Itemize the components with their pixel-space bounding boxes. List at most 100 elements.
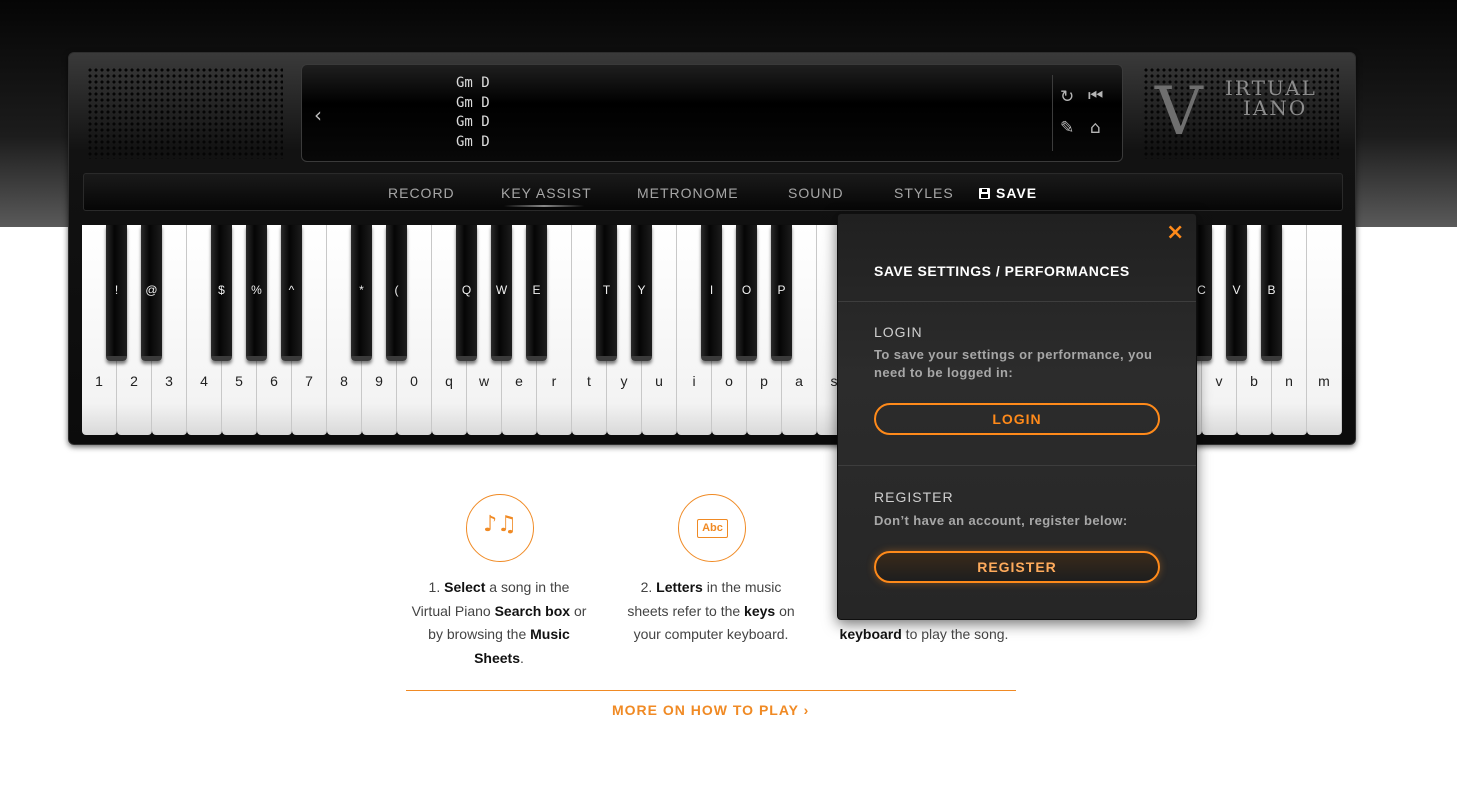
replay-icon[interactable]: ↻: [1060, 87, 1074, 107]
white-key-label: i: [692, 373, 696, 389]
tab-save-label: SAVE: [996, 185, 1038, 201]
white-key-label: v: [1215, 373, 1223, 389]
sheet-line: Gm D: [456, 133, 490, 150]
piano-toolbar: RECORD KEY ASSIST METRONOME SOUND STYLES…: [83, 173, 1343, 211]
black-key-label: (: [394, 283, 399, 297]
black-key-label: O: [741, 283, 752, 297]
step-text-part: 2.: [640, 579, 657, 595]
login-button[interactable]: LOGIN: [874, 403, 1160, 435]
black-key[interactable]: E: [526, 225, 547, 361]
display-divider: [1052, 75, 1053, 151]
login-description: To save your settings or performance, yo…: [874, 347, 1153, 380]
popup-title: SAVE SETTINGS / PERFORMANCES: [874, 263, 1130, 279]
abc-icon: Abc: [697, 519, 728, 538]
black-key[interactable]: Q: [456, 225, 477, 361]
section-divider: [406, 690, 1016, 691]
white-key-label: b: [1250, 373, 1258, 389]
white-key-label: 4: [200, 373, 208, 389]
black-key-label: I: [709, 283, 714, 297]
white-key-label: 7: [305, 373, 313, 389]
tab-save[interactable]: SAVE: [979, 185, 1037, 201]
step-emphasis: Search box: [494, 602, 571, 619]
logo-line-2: IANO: [1243, 96, 1308, 120]
black-key-label: T: [602, 283, 611, 297]
white-key-label: m: [1318, 373, 1330, 389]
black-key[interactable]: P: [771, 225, 792, 361]
tab-key-assist[interactable]: KEY ASSIST: [501, 185, 592, 201]
tab-metronome[interactable]: METRONOME: [637, 185, 739, 201]
white-key-label: w: [478, 373, 490, 389]
step-1-circle: ♪♫: [466, 494, 534, 562]
black-key-label: ^: [288, 283, 295, 297]
close-icon[interactable]: ×: [1166, 220, 1184, 245]
black-key[interactable]: W: [491, 225, 512, 361]
white-key-label: 6: [270, 373, 278, 389]
step-text-part: to play the song.: [901, 626, 1009, 642]
black-key-label: P: [777, 283, 786, 297]
white-key-label: a: [795, 373, 803, 389]
step-2-text: 2. Letters in the music sheets refer to …: [621, 576, 801, 647]
black-key-label: %: [251, 283, 262, 297]
black-key[interactable]: O: [736, 225, 757, 361]
black-key-label: $: [218, 283, 225, 297]
white-key-label: 2: [130, 373, 138, 389]
white-key-label: e: [515, 373, 523, 389]
register-description: Don’t have an account, register below:: [874, 513, 1128, 528]
black-key[interactable]: I: [701, 225, 722, 361]
black-key[interactable]: B: [1261, 225, 1282, 361]
sheet-line: Gm D: [456, 75, 490, 91]
black-key[interactable]: $: [211, 225, 232, 361]
white-key-label: 9: [375, 373, 383, 389]
white-key-label: o: [725, 373, 733, 389]
black-key[interactable]: !: [106, 225, 127, 361]
tab-key-assist-indicator: [504, 205, 584, 207]
step-emphasis: Select: [444, 579, 486, 595]
black-key[interactable]: @: [141, 225, 162, 361]
popup-divider: [838, 465, 1196, 466]
register-button[interactable]: REGISTER: [874, 551, 1160, 583]
popup-divider: [838, 301, 1196, 302]
chevron-left-icon[interactable]: ‹: [314, 103, 322, 127]
register-heading: REGISTER: [874, 489, 954, 505]
step-emphasis: Letters: [656, 579, 703, 595]
step-emphasis: keys: [744, 602, 776, 619]
black-key-label: *: [359, 283, 364, 297]
black-key[interactable]: ^: [281, 225, 302, 361]
white-key-label: p: [760, 373, 768, 389]
white-key-label: n: [1285, 373, 1293, 389]
tab-styles[interactable]: STYLES: [894, 185, 954, 201]
white-key-label: 1: [95, 373, 103, 389]
music-notes-icon: ♪♫: [483, 512, 517, 537]
chevron-right-icon: ›: [803, 702, 810, 718]
speaker-grille-left: [87, 67, 283, 159]
more-link-label: MORE ON HOW TO PLAY: [612, 702, 799, 718]
home-icon[interactable]: ⌂: [1090, 118, 1101, 138]
black-key-label: Y: [637, 283, 646, 297]
tab-sound[interactable]: SOUND: [788, 185, 844, 201]
black-key-label: @: [145, 283, 158, 297]
step-text-part: .: [520, 649, 524, 666]
black-key[interactable]: V: [1226, 225, 1247, 361]
more-on-how-to-play-link[interactable]: MORE ON HOW TO PLAY ›: [612, 702, 809, 718]
black-key[interactable]: *: [351, 225, 372, 361]
step-2-circle: Abc: [678, 494, 746, 562]
black-key[interactable]: T: [596, 225, 617, 361]
tab-record[interactable]: RECORD: [388, 185, 455, 201]
step-3-text: keyboard to play the song.: [834, 623, 1014, 647]
floppy-disk-icon: [979, 188, 990, 199]
step-emphasis: keyboard: [839, 626, 902, 642]
white-key-label: t: [587, 373, 591, 389]
white-key-label: u: [655, 373, 663, 389]
pencil-icon[interactable]: ✎: [1060, 118, 1074, 138]
step-1-text: 1. Select a song in the Virtual Piano Se…: [409, 576, 589, 670]
black-key[interactable]: Y: [631, 225, 652, 361]
white-key-label: 0: [410, 373, 418, 389]
black-key[interactable]: %: [246, 225, 267, 361]
black-key-label: V: [1232, 283, 1241, 297]
login-heading: LOGIN: [874, 324, 923, 340]
skip-back-icon[interactable]: ⏮: [1088, 86, 1103, 106]
white-key[interactable]: m: [1307, 225, 1342, 435]
virtual-piano-logo[interactable]: V IRTUAL IANO: [1153, 73, 1333, 153]
black-key[interactable]: (: [386, 225, 407, 361]
white-key-label: 3: [165, 373, 173, 389]
